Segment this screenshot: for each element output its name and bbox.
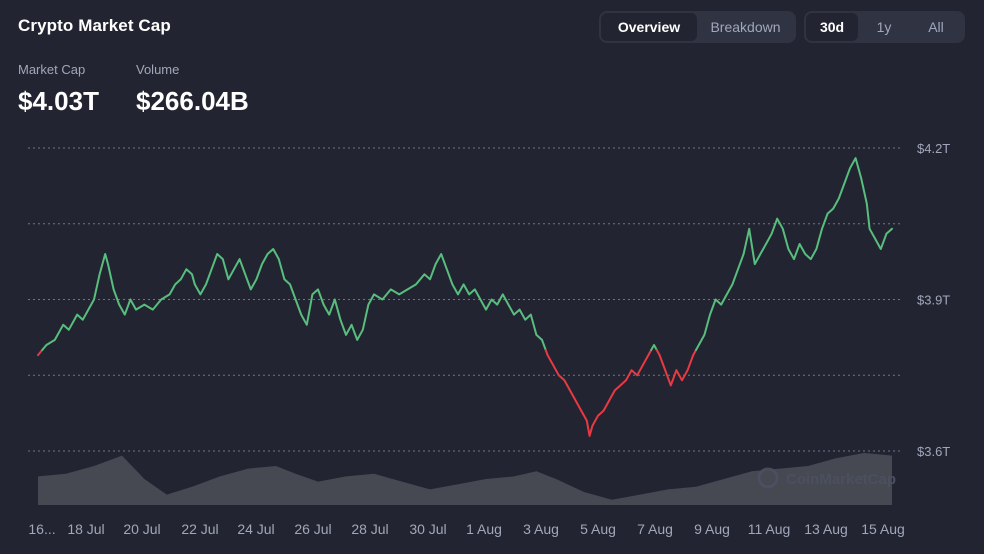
y-tick-label-1: $3.9T — [917, 293, 950, 308]
market-cap-chart[interactable]: $4.2T $3.9T $3.6T CoinMarketCap 16... 18 Jul 2… — [0, 0, 984, 554]
price-line-up-3 — [650, 344, 658, 351]
price-line-down-2 — [544, 349, 653, 437]
x-tick-label-11: 7 Aug — [637, 521, 673, 537]
x-tick-label-7: 30 Jul — [409, 521, 446, 537]
x-tick-label-5: 26 Jul — [294, 521, 331, 537]
x-tick-label-6: 28 Jul — [351, 521, 388, 537]
x-tick-label-0: 16... — [28, 521, 55, 537]
x-tick-label-1: 18 Jul — [67, 521, 104, 537]
x-tick-label-3: 22 Jul — [181, 521, 218, 537]
watermark-text: CoinMarketCap — [786, 471, 896, 488]
x-tick-label-2: 20 Jul — [123, 521, 160, 537]
x-tick-label-14: 13 Aug — [804, 521, 848, 537]
y-tick-label-0: $4.2T — [917, 141, 950, 156]
price-line-up-5 — [695, 157, 893, 351]
x-tick-label-12: 9 Aug — [694, 521, 730, 537]
x-tick-label-9: 3 Aug — [523, 521, 559, 537]
x-tick-label-10: 5 Aug — [580, 521, 616, 537]
price-line-down-4 — [655, 349, 697, 387]
volume-area — [38, 453, 892, 505]
x-tick-label-15: 15 Aug — [861, 521, 905, 537]
x-tick-label-8: 1 Aug — [466, 521, 502, 537]
market-cap-card: Crypto Market Cap Overview Breakdown 30d… — [0, 0, 984, 554]
x-tick-label-4: 24 Jul — [237, 521, 274, 537]
y-tick-label-2: $3.6T — [917, 444, 950, 459]
x-tick-label-13: 11 Aug — [748, 521, 791, 537]
